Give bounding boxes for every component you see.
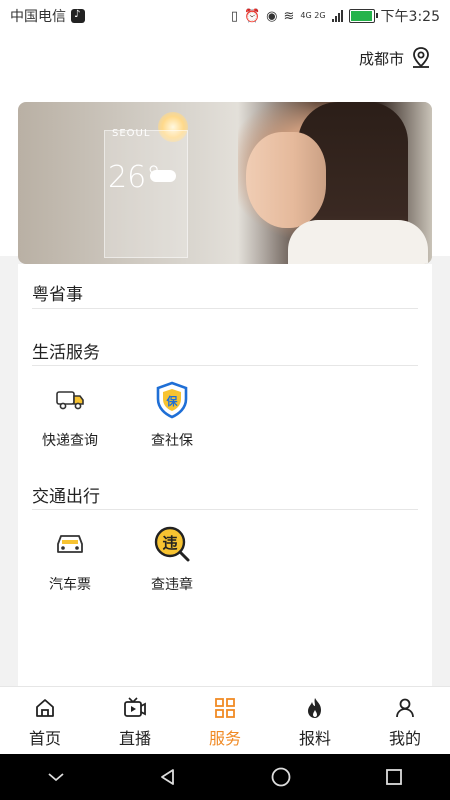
cloud-icon [150, 170, 176, 182]
tile-label: 查违章 [151, 577, 193, 593]
tile-express-query[interactable]: 快递查询 [20, 380, 120, 450]
system-nav-bar [0, 754, 450, 800]
banner-face [246, 132, 326, 228]
section-title-yueshengshi[interactable]: 粤省事 [32, 280, 83, 305]
services-card: 粤省事 生活服务 快递查询 保 查社保 交通出行 汽车票 违 查违章 [18, 264, 432, 688]
eye-icon: ◉ [266, 8, 278, 24]
section-title-life-services: 生活服务 [32, 343, 100, 363]
banner-shoulder [288, 220, 428, 264]
wifi-icon: ≋ [283, 8, 295, 24]
svg-text:保: 保 [166, 394, 179, 408]
promo-banner[interactable] [18, 102, 432, 264]
home-icon [0, 695, 90, 721]
vibrate-icon: ▯ [230, 8, 238, 24]
network-type: 4G 2G [300, 11, 326, 20]
bottom-nav: 首页 直播 服务 报料 我的 [0, 686, 450, 755]
location-selector[interactable]: 成都市 [359, 46, 432, 70]
city-label: 成都市 [358, 49, 404, 68]
divider [32, 308, 418, 309]
truck-icon [50, 380, 90, 420]
live-tv-icon [90, 695, 180, 721]
battery-icon [348, 9, 378, 23]
banner-weather-city: SEOUL [112, 128, 151, 139]
carrier-label: 中国电信 [10, 9, 66, 25]
clock: 下午3:25 [380, 9, 440, 25]
fire-icon [270, 695, 360, 721]
grid-icon [180, 695, 270, 721]
insurance-shield-icon: 保 [152, 380, 192, 420]
location-pin-icon [413, 47, 429, 68]
nav-live[interactable]: 直播 [90, 687, 180, 755]
tile-label: 快递查询 [42, 433, 98, 449]
alarm-icon: ⏰ [243, 8, 261, 24]
nav-services[interactable]: 服务 [180, 687, 270, 755]
status-bar: 中国电信 ▯ ⏰ ◉ ≋ 4G 2G 下午3:25 [0, 0, 450, 32]
nav-label: 报料 [298, 729, 331, 748]
nav-report[interactable]: 报料 [270, 687, 360, 755]
svg-text:违: 违 [162, 534, 177, 552]
nav-home[interactable]: 首页 [0, 687, 90, 755]
tile-traffic-violation[interactable]: 违 查违章 [122, 524, 222, 594]
divider [32, 509, 418, 510]
tile-social-insurance[interactable]: 保 查社保 [122, 380, 222, 450]
violation-search-icon: 违 [152, 524, 192, 564]
signal-icon [331, 10, 343, 22]
tile-label: 查社保 [151, 433, 193, 449]
nav-label: 首页 [28, 729, 61, 748]
tiktok-icon [71, 9, 85, 23]
nav-profile[interactable]: 我的 [360, 687, 450, 755]
section-title-transport: 交通出行 [32, 487, 100, 507]
nav-label: 直播 [118, 729, 151, 748]
car-icon [50, 524, 90, 564]
user-icon [360, 695, 450, 721]
tile-bus-ticket[interactable]: 汽车票 [20, 524, 120, 594]
nav-label: 我的 [388, 729, 421, 748]
divider [32, 365, 418, 366]
back-icon[interactable] [158, 767, 178, 787]
nav-label: 服务 [208, 729, 241, 748]
recents-icon[interactable] [384, 767, 404, 787]
home-circle-icon[interactable] [270, 766, 292, 788]
collapse-icon[interactable] [46, 770, 66, 784]
tile-label: 汽车票 [49, 577, 91, 593]
